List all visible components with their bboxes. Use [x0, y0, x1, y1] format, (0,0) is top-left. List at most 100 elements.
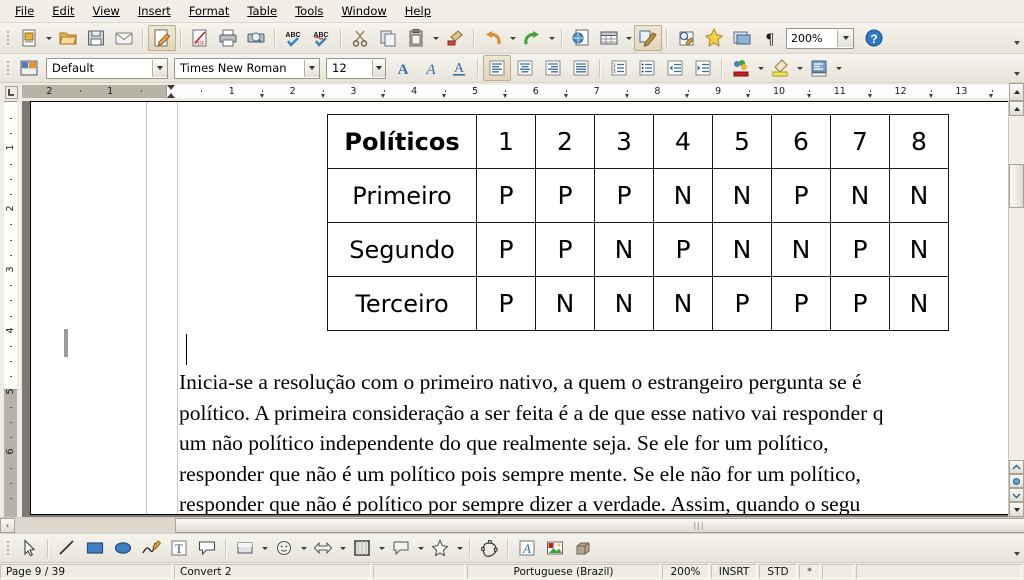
undo-button[interactable]	[479, 25, 507, 51]
table-cell[interactable]: N	[771, 222, 831, 277]
basic-shapes-dropdown[interactable]	[259, 536, 270, 560]
block-arrows-button[interactable]	[309, 535, 337, 561]
align-center-button[interactable]	[511, 55, 539, 81]
table-header-cell[interactable]: 6	[771, 114, 831, 169]
font-color-button[interactable]	[727, 55, 755, 81]
scroll-down-arrow[interactable]	[1009, 502, 1024, 517]
background-color-dropdown[interactable]	[833, 56, 844, 80]
callout-button[interactable]	[193, 535, 221, 561]
extrusion-button[interactable]	[569, 535, 597, 561]
paste-dropdown[interactable]	[430, 26, 441, 50]
table-cell[interactable]: P	[830, 276, 890, 331]
line-button[interactable]	[53, 535, 81, 561]
tab-stop-marker[interactable]	[989, 94, 994, 98]
table-cell[interactable]: N	[889, 276, 949, 331]
font-color-dropdown[interactable]	[755, 56, 766, 80]
standard-toolbar-overflow[interactable]	[1012, 26, 1022, 48]
align-left-button[interactable]	[483, 55, 511, 81]
paragraph-style-combo[interactable]: Default	[46, 57, 168, 79]
document-page[interactable]: Políticos 1 2 3 4 5 6 7 8 Primeiro P P P N N P N N Segundo…	[30, 101, 1008, 515]
status-selection-mode[interactable]: STD	[759, 564, 797, 579]
menu-item-format[interactable]: Format	[180, 1, 239, 21]
rectangle-button[interactable]	[81, 535, 109, 561]
export-pdf-button[interactable]: PDF	[186, 25, 214, 51]
background-color-button[interactable]	[805, 55, 833, 81]
font-size-dropdown-button[interactable]	[371, 59, 385, 77]
menu-item-view[interactable]: View	[84, 1, 129, 21]
table-cell[interactable]: N	[830, 168, 890, 223]
table-header-cell[interactable]: 8	[889, 114, 949, 169]
table-cell[interactable]: P	[712, 276, 772, 331]
hyperlink-button[interactable]	[567, 25, 595, 51]
vertical-scroll-track[interactable]	[1009, 116, 1024, 460]
drawing-toolbar-grip[interactable]	[3, 537, 12, 559]
scroll-up-arrow[interactable]	[1009, 101, 1024, 116]
font-name-dropdown-button[interactable]	[304, 59, 319, 77]
horizontal-scrollbar[interactable]: ‹ ||| ›	[0, 517, 1024, 533]
callout-shapes-button[interactable]	[387, 535, 415, 561]
ordered-list-button[interactable]: 1 2 3	[605, 55, 633, 81]
status-page[interactable]: Page 9 / 39	[0, 564, 172, 579]
table-cell[interactable]: N	[653, 168, 713, 223]
left-indent-marker[interactable]	[166, 93, 175, 98]
formatting-toolbar-overflow[interactable]	[1012, 57, 1022, 79]
save-button[interactable]	[82, 25, 110, 51]
show-draw-functions-button[interactable]	[634, 25, 662, 51]
tab-stop-marker[interactable]	[625, 94, 630, 98]
symbol-shapes-button[interactable]	[270, 535, 298, 561]
cut-button[interactable]	[346, 25, 374, 51]
status-signature[interactable]	[822, 564, 854, 579]
zoom-dropdown-button[interactable]	[837, 29, 853, 47]
apply-style-button[interactable]	[15, 55, 43, 81]
table-header-cell[interactable]: 4	[653, 114, 713, 169]
table-cell[interactable]: N	[653, 276, 713, 331]
insert-table-dropdown[interactable]	[623, 26, 634, 50]
italic-button[interactable]: A	[417, 55, 445, 81]
undo-dropdown[interactable]	[507, 26, 518, 50]
table-cell[interactable]: P	[535, 222, 595, 277]
vertical-ruler[interactable]: 1 2 3 4 5 6	[0, 101, 22, 517]
open-button[interactable]	[54, 25, 82, 51]
table-cell[interactable]: N	[535, 276, 595, 331]
menu-item-edit[interactable]: Edit	[43, 1, 83, 21]
table-cell[interactable]: N	[594, 222, 654, 277]
table-header-label[interactable]: Políticos	[327, 114, 477, 169]
status-modified-indicator[interactable]: *	[799, 564, 820, 579]
horizontal-scroll-track[interactable]: |||	[15, 518, 1024, 533]
font-size-combo[interactable]: 12	[326, 57, 386, 79]
gallery-button[interactable]	[700, 25, 728, 51]
table-row-label[interactable]: Primeiro	[327, 168, 477, 223]
table-cell[interactable]: N	[712, 168, 772, 223]
find-replace-button[interactable]	[672, 25, 700, 51]
tab-stop-marker[interactable]	[381, 94, 386, 98]
menu-item-tools[interactable]: Tools	[286, 1, 332, 21]
clone-formatting-button[interactable]	[441, 25, 469, 51]
block-arrows-dropdown[interactable]	[337, 536, 348, 560]
ellipse-button[interactable]	[109, 535, 137, 561]
scroll-left-arrow[interactable]: ‹	[0, 518, 15, 533]
print-button[interactable]	[214, 25, 242, 51]
font-name-combo[interactable]: Times New Roman	[174, 57, 320, 79]
table-cell[interactable]: P	[476, 222, 536, 277]
status-language[interactable]: Portuguese (Brazil)	[467, 564, 660, 579]
navigator-button[interactable]	[728, 25, 756, 51]
scroll-up-button[interactable]	[1009, 83, 1024, 101]
previous-page-button[interactable]	[1009, 460, 1024, 474]
table-row-label[interactable]: Terceiro	[327, 276, 477, 331]
politicians-table[interactable]: Políticos 1 2 3 4 5 6 7 8 Primeiro P P P N N P N N Segundo…	[327, 114, 949, 331]
symbol-shapes-dropdown[interactable]	[298, 536, 309, 560]
underline-button[interactable]: A	[445, 55, 473, 81]
decrease-indent-button[interactable]	[661, 55, 689, 81]
flowchart-button[interactable]	[348, 535, 376, 561]
menu-item-window[interactable]: Window	[332, 1, 395, 21]
unordered-list-button[interactable]	[633, 55, 661, 81]
insert-table-button[interactable]	[595, 25, 623, 51]
zoom-combo[interactable]	[786, 27, 854, 49]
tab-stop-marker[interactable]	[442, 94, 447, 98]
table-cell[interactable]: N	[889, 168, 949, 223]
indent-markers[interactable]	[166, 85, 176, 98]
email-button[interactable]	[110, 25, 138, 51]
insert-image-button[interactable]	[541, 535, 569, 561]
status-page-style[interactable]: Convert 2	[174, 564, 371, 579]
flowchart-dropdown[interactable]	[376, 536, 387, 560]
